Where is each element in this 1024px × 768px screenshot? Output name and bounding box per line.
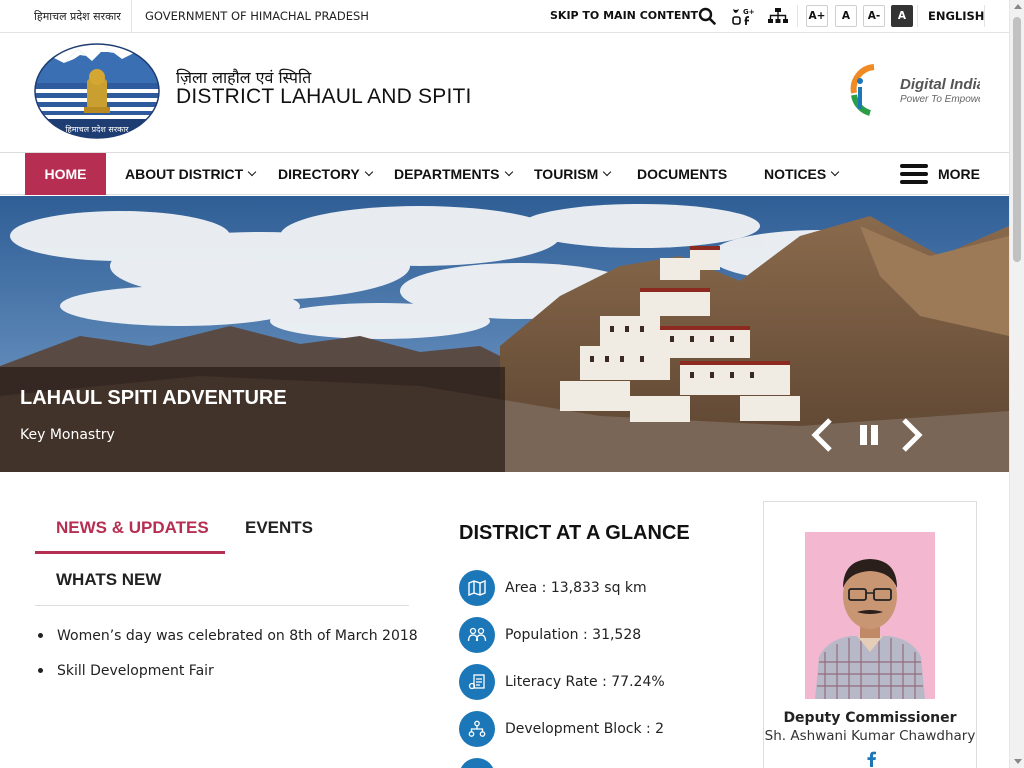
top-bar: हिमाचल प्रदेश सरकार GOVERNMENT OF HIMACH… [0,0,1009,33]
pause-icon[interactable] [856,416,882,454]
glance-row-population: Population : 31,528 [459,617,641,653]
chevron-left-icon[interactable] [808,416,836,454]
slide-subtitle: Key Monastry [20,427,115,443]
font-normal-button[interactable]: A [835,5,857,27]
svg-text:Power To Empower: Power To Empower [900,94,980,105]
chevron-down-icon [247,167,257,177]
divider [35,605,409,606]
district-title-english[interactable]: DISTRICT LAHAUL AND SPITI [176,85,472,109]
nav-item-departments[interactable]: DEPARTMENTS [394,153,513,195]
sitemap-icon[interactable] [767,5,789,27]
font-increase-button[interactable]: A+ [806,5,828,27]
info-icon [459,758,495,768]
chevron-down-icon [830,167,840,177]
glance-row-more [459,758,505,768]
nav-item-home[interactable]: HOME [25,153,106,195]
page-scrollbar[interactable] [1009,0,1024,768]
facebook-icon[interactable] [863,750,879,768]
gov-name-hindi[interactable]: हिमाचल प्रदेश सरकार [34,9,121,24]
tab-whats-new[interactable]: WHATS NEW [56,570,161,590]
site-header: हिमाचल प्रदेश सरकार ज़िला लाहौल एवं स्पि… [0,33,1009,152]
list-item[interactable]: Skill Development Fair [38,661,418,696]
chevron-right-icon[interactable] [898,416,926,454]
nav-item-tourism[interactable]: TOURISM [534,153,612,195]
svg-text:हिमाचल प्रदेश सरकार: हिमाचल प्रदेश सरकार [65,124,129,134]
more-menu-button[interactable]: MORE [900,153,980,195]
tab-news-updates[interactable]: NEWS & UPDATES [56,518,209,538]
glance-row-literacy: Literacy Rate : 77.24% [459,664,665,700]
gov-name-english[interactable]: GOVERNMENT OF HIMACHAL PRADESH [145,9,369,23]
literacy-icon [459,664,495,700]
tab-events[interactable]: EVENTS [245,518,313,538]
chevron-down-icon [504,167,513,177]
slide-title: LAHAUL SPITI ADVENTURE [20,387,287,409]
chevron-down-icon [364,167,373,177]
nav-item-directory[interactable]: DIRECTORY [278,153,373,195]
nav-item-notices[interactable]: NOTICES [764,153,840,195]
digital-india-logo[interactable]: Digital India Power To Empower [850,61,980,117]
hierarchy-icon [459,711,495,747]
dc-designation: Deputy Commissioner [783,710,957,726]
himachal-emblem-logo[interactable]: हिमाचल प्रदेश सरकार [34,43,160,139]
scrollbar-thumb[interactable] [1013,17,1021,262]
language-selector[interactable]: ENGLISH [928,9,984,23]
people-icon [459,617,495,653]
slide-caption: LAHAUL SPITI ADVENTURE Key Monastry [0,367,505,472]
dc-photo [805,532,935,699]
divider [984,5,985,27]
divider [131,0,132,33]
glance-title: DISTRICT AT A GLANCE [459,522,690,544]
active-tab-indicator [35,551,225,554]
glance-row-development-block: Development Block : 2 [459,711,664,747]
list-item[interactable]: Women’s day was celebrated on 8th of Mar… [38,626,418,661]
font-decrease-button[interactable]: A- [863,5,885,27]
glance-row-area: Area : 13,833 sq km [459,570,647,606]
hero-slider: LAHAUL SPITI ADVENTURE Key Monastry [0,196,1009,472]
search-icon[interactable] [696,5,718,27]
chevron-down-icon [603,167,612,177]
map-icon [459,570,495,606]
deputy-commissioner-card: Deputy Commissioner Sh. Ashwani Kumar Ch… [763,501,977,768]
scroll-down-icon[interactable] [1014,759,1022,764]
svg-text:Digital India: Digital India [900,76,980,93]
high-contrast-button[interactable]: A [891,5,913,27]
nav-item-about-district[interactable]: ABOUT DISTRICT [125,153,257,195]
nav-item-documents[interactable]: DOCUMENTS [637,153,727,195]
skip-to-main-link[interactable]: SKIP TO MAIN CONTENT [550,9,698,22]
main-navigation: HOME ABOUT DISTRICT DIRECTORY DEPARTMENT… [0,152,1009,195]
divider [917,5,918,27]
scroll-up-icon[interactable] [1014,4,1022,9]
social-media-icon[interactable]: G+ [731,5,755,27]
svg-text:G+: G+ [743,8,754,16]
dc-name: Sh. Ashwani Kumar Chawdhary [764,728,976,744]
news-list: Women’s day was celebrated on 8th of Mar… [38,626,418,696]
divider [797,5,798,27]
hamburger-icon [900,164,928,184]
